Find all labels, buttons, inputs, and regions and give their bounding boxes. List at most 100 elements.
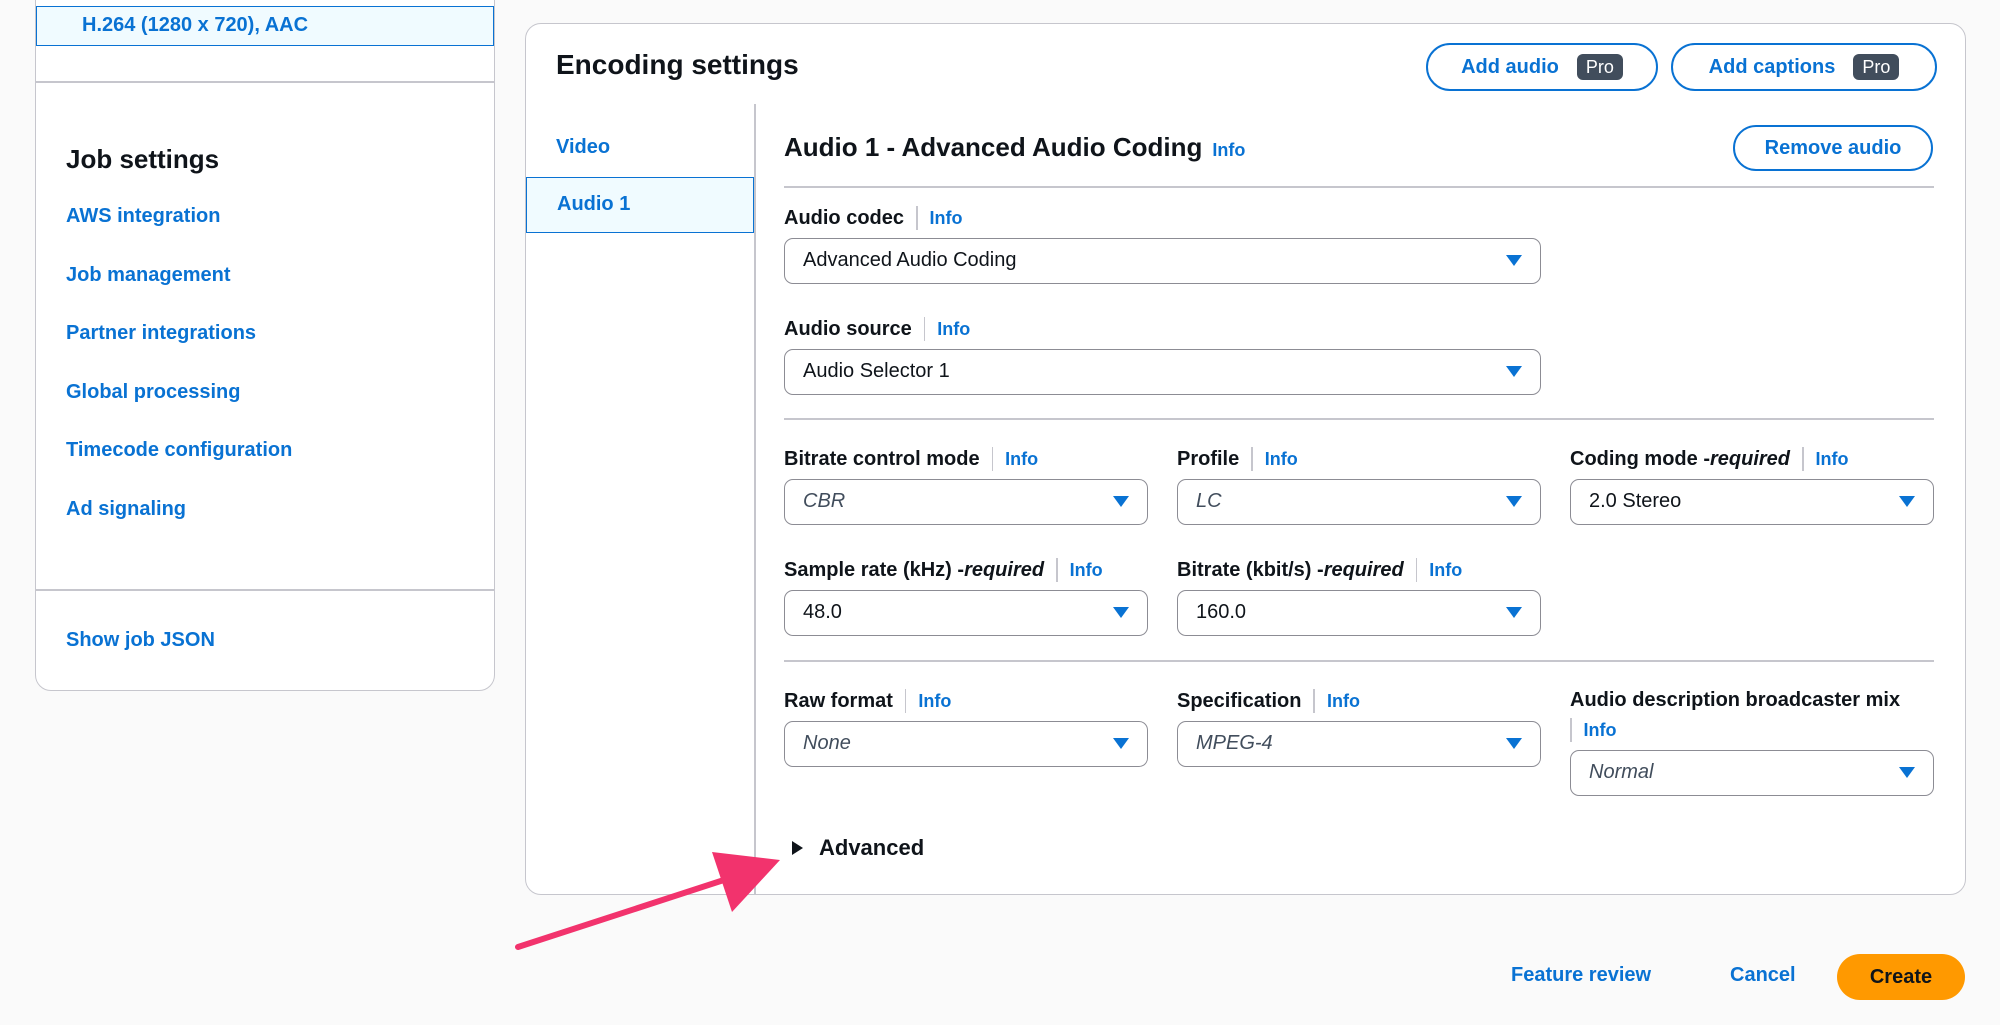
link-ad-signaling[interactable]: Ad signaling [66, 498, 186, 520]
required-marker: required [1323, 558, 1404, 581]
feature-review-link[interactable]: Feature review [1511, 964, 1651, 987]
add-audio-button[interactable]: Add audio Pro [1426, 43, 1658, 91]
caret-down-icon [1506, 607, 1522, 618]
caret-down-icon [1113, 607, 1129, 618]
raw-format-select[interactable]: None [784, 721, 1148, 767]
info-link[interactable]: Info [1005, 449, 1038, 470]
info-link[interactable]: Info [1070, 560, 1103, 581]
broadcaster-mix-select[interactable]: Normal [1570, 750, 1934, 796]
profile-select[interactable]: LC [1177, 479, 1541, 525]
link-global-processing[interactable]: Global processing [66, 381, 240, 403]
caret-down-icon [1506, 738, 1522, 749]
divider [784, 418, 1934, 420]
bitrate-label: Bitrate (kbit/s) - required Info [1177, 558, 1462, 582]
create-button[interactable]: Create [1837, 954, 1965, 1000]
add-captions-button[interactable]: Add captions Pro [1671, 43, 1937, 91]
required-marker: required [1709, 447, 1791, 470]
info-link[interactable]: Info [918, 691, 951, 712]
sample-rate-label-text: Sample rate (kHz) - [784, 558, 965, 581]
caret-down-icon [1113, 496, 1129, 507]
caret-down-icon [1113, 738, 1129, 749]
add-audio-label: Add audio [1461, 55, 1559, 78]
bitrate-label-text: Bitrate (kbit/s) - [1177, 558, 1324, 581]
specification-label-text: Specification [1177, 689, 1302, 712]
output-item-selected[interactable]: H.264 (1280 x 720), AAC [36, 6, 494, 46]
divider [36, 589, 494, 591]
broadcaster-mix-value: Normal [1589, 761, 1654, 783]
profile-label: Profile Info [1177, 447, 1298, 471]
bitrate-control-mode-value: CBR [803, 490, 846, 512]
broadcaster-mix-info-row: Info [1570, 718, 1617, 742]
info-link[interactable]: Info [1584, 720, 1617, 741]
link-partner-integrations[interactable]: Partner integrations [66, 322, 256, 344]
raw-format-value: None [803, 732, 851, 754]
caret-down-icon [1506, 255, 1522, 266]
remove-audio-button[interactable]: Remove audio [1733, 125, 1933, 171]
show-job-json-link[interactable]: Show job JSON [66, 629, 215, 652]
audio-section-title-text: Audio 1 - Advanced Audio Coding [784, 132, 1203, 162]
divider [784, 660, 1934, 662]
sample-rate-label: Sample rate (kHz) - required Info [784, 558, 1103, 582]
specification-value: MPEG-4 [1196, 732, 1273, 754]
audio-codec-value: Advanced Audio Coding [803, 249, 1017, 271]
audio-source-select[interactable]: Audio Selector 1 [784, 349, 1541, 395]
tab-video[interactable]: Video [526, 119, 754, 175]
audio-codec-label: Audio codec Info [784, 206, 963, 230]
bitrate-control-mode-select[interactable]: CBR [784, 479, 1148, 525]
pro-badge: Pro [1853, 54, 1900, 80]
info-link[interactable]: Info [1429, 560, 1462, 581]
info-link[interactable]: Info [1816, 449, 1849, 470]
raw-format-label: Raw format Info [784, 689, 951, 713]
profile-label-text: Profile [1177, 447, 1240, 470]
link-aws-integration[interactable]: AWS integration [66, 205, 220, 227]
specification-label: Specification Info [1177, 689, 1360, 713]
audio-section-title: Audio 1 - Advanced Audio Coding Info [784, 132, 1245, 163]
coding-mode-select[interactable]: 2.0 Stereo [1570, 479, 1934, 525]
sample-rate-select[interactable]: 48.0 [784, 590, 1148, 636]
sample-rate-value: 48.0 [803, 601, 842, 623]
divider [36, 81, 494, 83]
tab-audio-1[interactable]: Audio 1 [526, 177, 754, 233]
info-link[interactable]: Info [930, 208, 963, 229]
add-captions-label: Add captions [1708, 55, 1836, 78]
specification-select[interactable]: MPEG-4 [1177, 721, 1541, 767]
coding-mode-label: Coding mode - required Info [1570, 447, 1849, 471]
info-link[interactable]: Info [1265, 449, 1298, 470]
audio-codec-select[interactable]: Advanced Audio Coding [784, 238, 1541, 284]
audio-source-value: Audio Selector 1 [803, 360, 950, 382]
advanced-expander[interactable]: Advanced [792, 835, 924, 861]
pro-badge: Pro [1576, 54, 1623, 80]
required-marker: required [964, 558, 1045, 581]
broadcaster-mix-label: Audio description broadcaster mix [1570, 689, 1900, 712]
divider [784, 186, 1934, 188]
caret-down-icon [1506, 496, 1522, 507]
info-link[interactable]: Info [937, 319, 970, 340]
info-link[interactable]: Info [1327, 691, 1360, 712]
caret-down-icon [1899, 496, 1915, 507]
caret-right-icon [792, 841, 803, 855]
link-job-management[interactable]: Job management [66, 264, 230, 286]
job-nav-panel: H.264 (1280 x 720), AAC Job settings AWS… [35, 0, 495, 691]
audio-source-label: Audio source Info [784, 317, 970, 341]
caret-down-icon [1506, 366, 1522, 377]
audio-codec-label-text: Audio codec [784, 206, 905, 229]
bitrate-value: 160.0 [1196, 601, 1247, 623]
bitrate-control-mode-label-text: Bitrate control mode [784, 447, 980, 470]
bitrate-select[interactable]: 160.0 [1177, 590, 1541, 636]
advanced-label: Advanced [819, 835, 925, 860]
broadcaster-mix-label-text: Audio description broadcaster mix [1570, 689, 1901, 711]
caret-down-icon [1899, 767, 1915, 778]
job-settings-title: Job settings [66, 144, 220, 174]
profile-value: LC [1196, 490, 1222, 512]
audio-source-label-text: Audio source [784, 317, 912, 340]
raw-format-label-text: Raw format [784, 689, 893, 712]
info-link[interactable]: Info [1212, 140, 1245, 160]
encoding-settings-title: Encoding settings [556, 49, 799, 80]
coding-mode-value: 2.0 Stereo [1589, 490, 1682, 512]
bitrate-control-mode-label: Bitrate control mode Info [784, 447, 1038, 471]
tabs-divider [754, 104, 756, 894]
job-settings-links: AWS integration Job management Partner i… [66, 205, 292, 556]
cancel-link[interactable]: Cancel [1730, 964, 1796, 987]
link-timecode-configuration[interactable]: Timecode configuration [66, 439, 292, 461]
coding-mode-label-text: Coding mode - [1570, 447, 1710, 470]
